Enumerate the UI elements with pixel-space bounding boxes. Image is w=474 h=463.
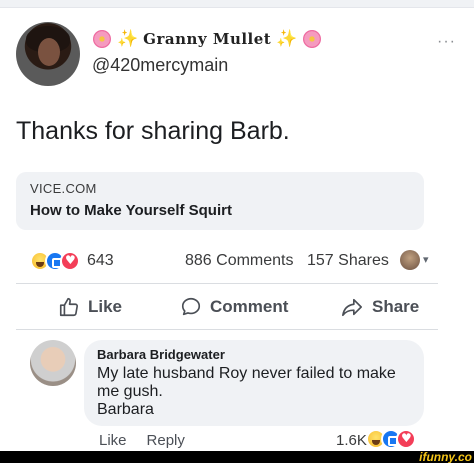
share-button-label: Share [372,297,420,316]
sparkles-emoji-icon: ✨ [117,29,139,49]
share-button[interactable]: Share [340,296,419,318]
author-avatar[interactable] [16,22,80,86]
comment-reaction-count[interactable]: 1.6K [336,432,367,449]
comments-count[interactable]: 886 Comments [185,252,294,270]
blossom-emoji-icon [92,29,112,49]
viewer-avatar[interactable] [400,250,420,270]
divider [16,329,438,330]
author-name-line[interactable]: ✨ Granny Mullet ✨ [92,29,322,49]
comment-like-button[interactable]: Like [99,432,127,449]
comment-reaction-icons[interactable] [366,429,416,449]
comment-actions: Like Reply [99,432,185,449]
comment-author[interactable]: Barbara Bridgewater [97,347,411,362]
comment-bubble: Barbara Bridgewater My late husband Roy … [84,340,424,426]
watermark-bar [0,451,474,463]
reaction-count[interactable]: 643 [87,252,114,270]
sparkles-emoji-icon: ✨ [276,29,298,49]
commenter-avatar[interactable] [30,340,76,386]
post-stats-row: 643 886 Comments 157 Shares ▾ [30,250,440,272]
post-text: Thanks for sharing Barb. [16,117,290,145]
link-title: How to Make Yourself Squirt [30,202,232,219]
share-arrow-icon [340,296,364,318]
like-button-label: Like [88,297,123,316]
author-display-name[interactable]: Granny Mullet [143,30,271,48]
shares-count[interactable]: 157 Shares [307,252,389,270]
comment-button-label: Comment [210,297,289,316]
avatar-face [38,38,60,66]
more-options-icon[interactable]: ··· [437,33,456,51]
like-button[interactable]: Like [58,296,122,318]
reaction-icons[interactable] [30,251,80,271]
watermark: ifunny.co [419,450,472,463]
author-handle[interactable]: @420mercymain [92,55,228,76]
comment-text: My late husband Roy never failed to make… [97,365,396,418]
divider [16,283,438,284]
comment-button[interactable]: Comment [180,296,288,318]
link-domain: VICE.COM [30,181,97,196]
comment-reply-button[interactable]: Reply [147,432,185,449]
speech-bubble-icon [180,296,202,318]
link-preview-card[interactable]: VICE.COM How to Make Yourself Squirt [16,172,424,230]
chevron-down-icon[interactable]: ▾ [423,253,429,266]
love-icon [60,251,80,271]
love-icon [396,429,416,449]
blossom-emoji-icon [302,29,322,49]
thumbs-up-icon [58,296,80,318]
top-border [0,0,474,8]
